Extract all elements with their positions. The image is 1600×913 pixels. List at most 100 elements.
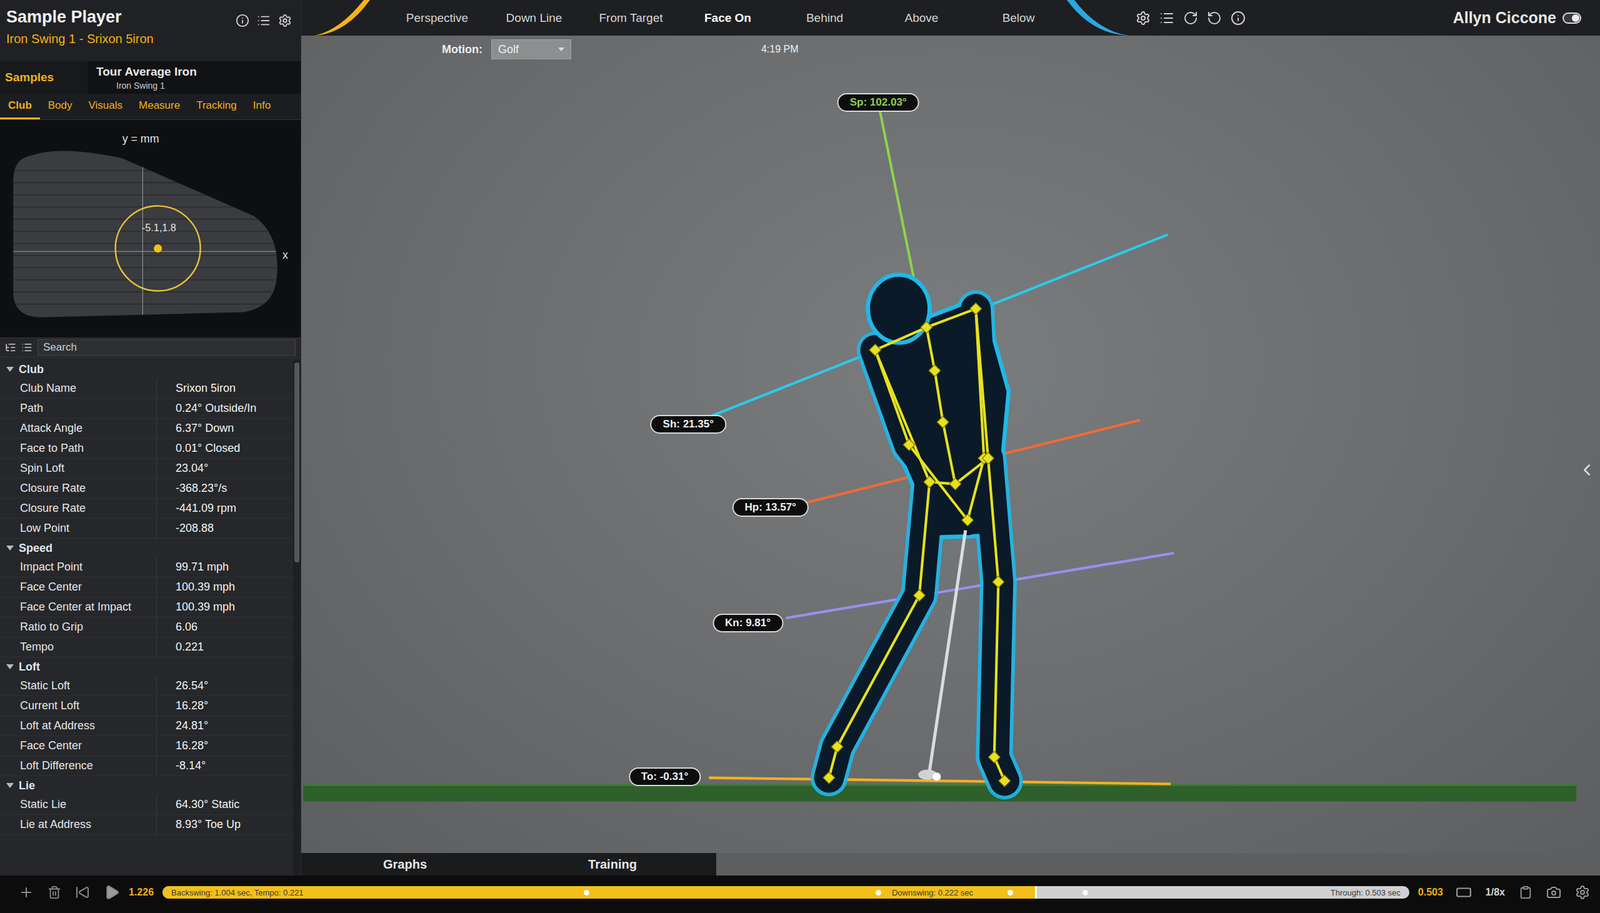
panel-tab[interactable]: Body xyxy=(40,93,81,120)
tree-row[interactable]: Closure Rate-441.09 rpm xyxy=(0,498,294,519)
tree-row[interactable]: Face Center at Impact100.39 mph xyxy=(0,597,294,618)
phase-marker[interactable] xyxy=(1007,890,1014,896)
tree-row[interactable]: Face to Path0.01° Closed xyxy=(0,438,294,459)
rewind-icon[interactable] xyxy=(75,885,90,900)
row-label: Loft at Address xyxy=(0,719,157,733)
redo-icon[interactable] xyxy=(1183,10,1199,26)
info-icon[interactable] xyxy=(1230,10,1246,26)
list-icon[interactable] xyxy=(256,13,271,28)
expand-caret-icon[interactable] xyxy=(6,664,14,670)
panel-tab[interactable]: Info xyxy=(245,93,279,120)
scrollbar[interactable] xyxy=(293,360,301,876)
row-label: Current Loft xyxy=(0,699,157,713)
head xyxy=(868,275,930,344)
tree-section[interactable]: Club xyxy=(0,360,294,379)
list-icon[interactable] xyxy=(1159,10,1175,26)
user-toggle[interactable] xyxy=(1562,12,1582,24)
tree-row[interactable]: Low Point-208.88 xyxy=(0,518,294,539)
row-label: Attack Angle xyxy=(0,421,157,435)
phase-marker[interactable] xyxy=(875,890,882,896)
tree-row[interactable]: Current Loft16.28° xyxy=(0,696,294,717)
tree-row[interactable]: Loft at Address24.81° xyxy=(0,716,294,737)
dropdown-caret-icon[interactable] xyxy=(558,47,565,52)
row-label: Ratio to Grip xyxy=(0,620,157,634)
impact-coordinates: -5.1,1.8 xyxy=(141,221,177,234)
view-tab[interactable]: From Target xyxy=(582,7,680,29)
phase-marker[interactable] xyxy=(1082,890,1089,896)
undo-icon[interactable] xyxy=(1206,10,1222,26)
view-tabs: PerspectiveDown LineFrom TargetFace OnBe… xyxy=(388,7,1067,29)
panel-tab[interactable]: Measure xyxy=(130,93,189,120)
tree-row[interactable]: Spin Loft23.04° xyxy=(0,458,294,479)
gear-icon[interactable] xyxy=(278,13,292,28)
panel-tab[interactable]: Visuals xyxy=(80,93,132,120)
search-input[interactable] xyxy=(37,339,296,356)
search-bar xyxy=(0,337,301,358)
tree-section[interactable]: Loft xyxy=(0,657,294,677)
panel-tab[interactable]: Tracking xyxy=(188,93,245,120)
collapse-chevron-icon[interactable] xyxy=(1577,460,1597,480)
tree-row[interactable]: Lie at Address8.93° Toe Up xyxy=(0,815,294,835)
tree-row[interactable]: Impact Point99.71 mph xyxy=(0,557,294,578)
tree-view-icon[interactable] xyxy=(5,341,17,354)
tree-row[interactable]: Static Lie64.30° Static xyxy=(0,795,294,815)
tree-row[interactable]: Loft Difference-8.14° xyxy=(0,756,294,777)
view-tab[interactable]: Perspective xyxy=(388,7,486,29)
row-value: 99.71 mph xyxy=(156,557,294,577)
play-icon[interactable] xyxy=(103,884,120,901)
tree-row[interactable]: Face Center16.28° xyxy=(0,736,294,757)
tree-row[interactable]: Closure Rate-368.23°/s xyxy=(0,478,294,499)
joint-marker xyxy=(970,303,982,315)
view-tab[interactable]: Behind xyxy=(776,7,874,29)
camera-icon[interactable] xyxy=(1546,885,1562,900)
bottom-tab[interactable]: Graphs xyxy=(301,853,509,876)
row-value: -208.88 xyxy=(156,518,294,539)
scroll-thumb[interactable] xyxy=(294,362,300,563)
expand-caret-icon[interactable] xyxy=(6,366,14,372)
playback-speed[interactable]: 1/8x xyxy=(1485,886,1505,899)
list-view-icon[interactable] xyxy=(21,341,33,354)
tree-row[interactable]: Static Loft26.54° xyxy=(0,676,294,697)
joint-marker xyxy=(903,438,915,451)
tree-row[interactable]: Ratio to Grip6.06 xyxy=(0,617,294,638)
expand-caret-icon[interactable] xyxy=(6,545,14,551)
gear-icon[interactable] xyxy=(1135,10,1151,26)
view-tab[interactable]: Below xyxy=(970,7,1067,29)
motion-dropdown[interactable]: Golf xyxy=(491,39,572,60)
left-panel: Sample PlayerIron Swing 1 - Srixon 5iron… xyxy=(0,0,302,876)
phase-marker[interactable] xyxy=(583,890,590,896)
tree-section[interactable]: Speed xyxy=(0,538,294,558)
tree-row[interactable]: Path0.24° Outside/In xyxy=(0,398,294,419)
expand-caret-icon[interactable] xyxy=(6,783,14,789)
axis-x-label: x xyxy=(282,248,289,262)
bottom-tab[interactable]: Training xyxy=(508,853,717,876)
view-tab[interactable]: Down Line xyxy=(485,7,583,29)
info-icon[interactable] xyxy=(235,13,250,28)
clipboard-icon[interactable] xyxy=(1518,885,1533,900)
playhead[interactable] xyxy=(1035,886,1037,899)
metrics-tree: ClubClub NameSrixon 5ironPath0.24° Outsi… xyxy=(0,360,294,876)
add-icon[interactable] xyxy=(18,885,34,900)
samples-label[interactable]: Samples xyxy=(0,61,88,94)
samples-bar: SamplesTour Average IronIron Swing 1 xyxy=(0,61,301,94)
metrics-tree-panel: ClubClub NameSrixon 5ironPath0.24° Outsi… xyxy=(0,357,301,876)
user-name[interactable]: Allyn Ciccone xyxy=(1453,8,1582,27)
loop-toggle-icon[interactable] xyxy=(1455,884,1472,901)
floor-mat xyxy=(303,785,1577,802)
tree-row[interactable]: Club NameSrixon 5iron xyxy=(0,378,294,399)
row-label: Face Center xyxy=(0,580,157,594)
timeline-track[interactable]: Backswing: 1.004 sec, Tempo: 0.221Downsw… xyxy=(162,886,1410,899)
tree-section[interactable]: Lie xyxy=(0,776,294,795)
tree-row[interactable]: Attack Angle6.37° Down xyxy=(0,418,294,439)
trash-icon[interactable] xyxy=(47,885,62,900)
panel-tab[interactable]: Club xyxy=(0,93,40,120)
tree-row[interactable]: Tempo0.221 xyxy=(0,637,294,658)
app-window: Sample PlayerIron Swing 1 - Srixon 5iron… xyxy=(0,0,1600,913)
gear-icon[interactable] xyxy=(1575,885,1590,900)
golf-ball xyxy=(932,772,941,781)
3d-canvas[interactable]: Motion:Golf4:19 PMSp: 102.03°Sh: 21.35°H… xyxy=(301,35,1600,854)
view-toolbar: PerspectiveDown LineFrom TargetFace OnBe… xyxy=(301,0,1600,36)
tree-row[interactable]: Face Center100.39 mph xyxy=(0,577,294,598)
view-tab[interactable]: Above xyxy=(873,7,970,29)
view-tab[interactable]: Face On xyxy=(679,7,777,29)
